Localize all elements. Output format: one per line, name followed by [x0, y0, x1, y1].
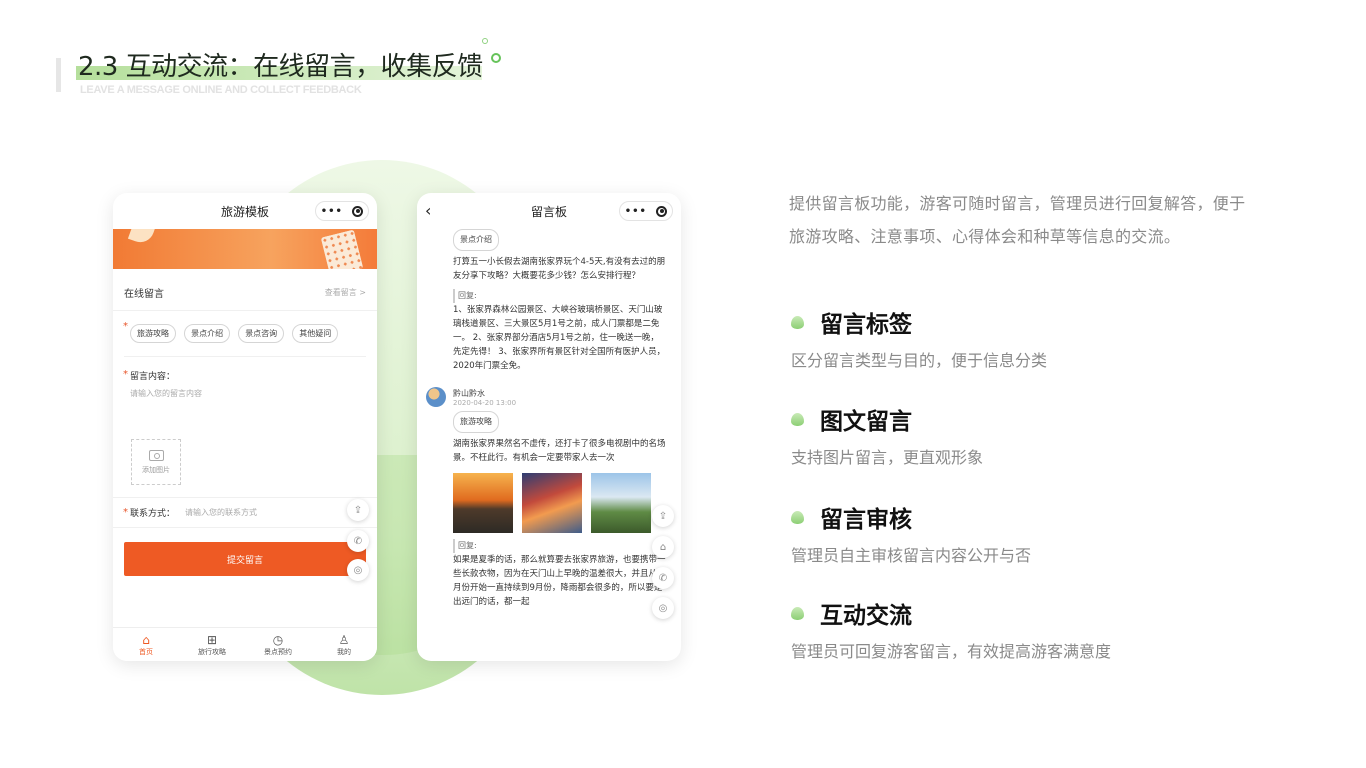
required-mark: *	[123, 321, 128, 332]
message-item: 旅游攻略 湖南张家界果然名不虚传，还打卡了很多电视剧中的名场景。不枉此行。有机会…	[417, 407, 681, 609]
photo-lake[interactable]	[522, 473, 582, 533]
page-title: 2.3 互动交流：在线留言，收集反馈	[78, 52, 483, 82]
feature-item: 留言标签 区分留言类型与目的，便于信息分类	[791, 305, 1047, 371]
feature-title: 互动交流	[820, 603, 912, 629]
share-icon[interactable]: ⇪	[652, 505, 674, 527]
tab-mine[interactable]: ♙ 我的	[311, 628, 377, 661]
close-target-icon[interactable]	[352, 205, 364, 217]
grid-icon: ⊞	[206, 632, 218, 647]
content-label: * 留言内容：	[123, 369, 176, 382]
feature-item: 留言审核 管理员自主审核留言内容公开与否	[791, 500, 1031, 566]
phone-icon[interactable]: ✆	[347, 530, 369, 552]
intro-paragraph: 提供留言板功能，游客可随时留言，管理员进行回复解答，便于旅游攻略、注意事项、心得…	[789, 194, 1246, 246]
message-text: 打算五一小长假去湖南张家界玩个4-5天,有没有去过的朋友分享下攻略？大概要花多少…	[453, 257, 666, 281]
leaf-bullet-icon	[791, 510, 804, 524]
contact-field: * 联系方式： 请输入您的联系方式	[113, 497, 377, 528]
phone-icon[interactable]: ✆	[652, 567, 674, 589]
user-icon: ♙	[338, 632, 350, 647]
banner-ticket-graphic	[320, 229, 364, 269]
home-icon: ⌂	[142, 632, 150, 647]
required-mark: *	[123, 369, 128, 380]
nav-title: 旅游模板	[220, 204, 269, 219]
reply-text: 如果是夏季的话，那么就算要去张家界旅游，也要携带一些长款衣物，因为在天门山上早晚…	[453, 555, 666, 607]
message-author: 黔山黔水 2020-04-20 13:00	[417, 373, 681, 407]
feature-desc: 区分留言类型与目的，便于信息分类	[791, 351, 1048, 370]
feature-item: 图文留言 支持图片留言，更直观形象	[791, 402, 983, 468]
feature-desc: 管理员可回复游客留言，有效提高游客满意度	[791, 642, 1112, 661]
message-text: 湖南张家界果然名不虚传，还打卡了很多电视剧中的名场景。不枉此行。有机会一定要带家…	[453, 439, 666, 463]
share-icon[interactable]: ⇪	[347, 499, 369, 521]
tag-scenic-consult[interactable]: 景点咨询	[238, 324, 285, 343]
phone-message-form: 旅游模板 ••• 在线留言 查看留言 > * 旅游攻略 景点介绍 景点咨询 其他…	[113, 193, 377, 661]
more-icon[interactable]: •••	[625, 206, 647, 217]
message-photos	[453, 473, 666, 533]
section-title: 在线留言	[124, 289, 164, 300]
tag-scenic-intro[interactable]: 景点介绍	[184, 324, 231, 343]
feature-title: 图文留言	[820, 409, 912, 435]
mini-program-capsule[interactable]: •••	[619, 201, 673, 221]
feature-item: 互动交流 管理员可回复游客留言，有效提高游客满意度	[791, 596, 1111, 662]
phone-message-board: ‹ 留言板 ••• 景点介绍 打算五一小长假去湖南张家界玩个4-5天,有没有去过…	[417, 193, 681, 661]
required-mark: *	[123, 507, 128, 518]
section-header: 在线留言 查看留言 >	[113, 275, 377, 311]
feature-desc: 管理员自主审核留言内容公开与否	[791, 546, 1032, 565]
contact-label: 联系方式：	[130, 509, 176, 519]
decor-ring-small-icon	[482, 38, 488, 44]
clock-icon: ◷	[272, 632, 284, 647]
view-messages-link[interactable]: 查看留言 >	[325, 287, 366, 298]
decor-ring-icon	[491, 53, 501, 63]
close-target-icon[interactable]	[656, 205, 668, 217]
home-icon[interactable]: ⌂	[652, 536, 674, 558]
content-textarea[interactable]: 请输入您的留言内容	[113, 382, 377, 399]
author-name: 黔山黔水	[453, 388, 485, 398]
page-subtitle: LEAVE A MESSAGE ONLINE AND COLLECT FEEDB…	[80, 84, 362, 96]
nav-bar: 旅游模板 •••	[113, 193, 377, 229]
nav-title: 留言板	[530, 204, 567, 219]
reply-label: 回复:	[453, 289, 666, 303]
message-tag: 景点介绍	[453, 229, 499, 251]
reply-label: 回复:	[453, 539, 666, 553]
tag-group: * 旅游攻略 景点介绍 景点咨询 其他疑问	[113, 311, 377, 350]
message-item: 景点介绍 打算五一小长假去湖南张家界玩个4-5天,有没有去过的朋友分享下攻略？大…	[417, 229, 681, 373]
feature-title: 留言标签	[820, 312, 912, 338]
tab-home[interactable]: ⌂ 首页	[113, 628, 179, 661]
tab-booking[interactable]: ◷ 景点预约	[245, 628, 311, 661]
wechat-icon[interactable]: ◎	[347, 559, 369, 581]
reply-text: 1、张家界森林公园景区、大峡谷玻璃桥景区、天门山玻璃栈道景区、三大景区5月1号之…	[453, 305, 666, 371]
photo-sunset[interactable]	[453, 473, 513, 533]
add-image-label: 添加图片	[142, 465, 170, 474]
camera-icon	[148, 449, 164, 461]
tab-bar: ⌂ 首页 ⊞ 旅行攻略 ◷ 景点预约 ♙ 我的	[113, 627, 377, 661]
message-time: 2020-04-20 13:00	[453, 398, 517, 407]
leaf-bullet-icon	[791, 412, 804, 426]
message-tag: 旅游攻略	[453, 411, 499, 433]
avatar	[426, 387, 446, 407]
leaf-bullet-icon	[791, 606, 804, 620]
mini-program-capsule[interactable]: •••	[315, 201, 369, 221]
photo-mountain[interactable]	[591, 473, 651, 533]
back-icon[interactable]: ‹	[425, 201, 431, 220]
nav-bar: ‹ 留言板 •••	[417, 193, 681, 229]
banner-decor	[127, 229, 157, 247]
tag-travel-guide[interactable]: 旅游攻略	[130, 324, 176, 343]
header-accent-bar	[56, 58, 61, 92]
submit-message-button[interactable]: 提交留言	[124, 542, 366, 576]
leaf-bullet-icon	[791, 315, 804, 329]
tag-other-questions[interactable]: 其他疑问	[292, 324, 339, 343]
feature-desc: 支持图片留言，更直观形象	[791, 448, 984, 467]
add-image-button[interactable]: 添加图片	[131, 439, 181, 485]
more-icon[interactable]: •••	[321, 206, 343, 217]
wechat-icon[interactable]: ◎	[652, 597, 674, 619]
banner-image	[113, 229, 377, 269]
tab-travel-guide[interactable]: ⊞ 旅行攻略	[179, 628, 245, 661]
contact-input[interactable]: 请输入您的联系方式	[185, 507, 257, 518]
feature-title: 留言审核	[820, 507, 912, 533]
